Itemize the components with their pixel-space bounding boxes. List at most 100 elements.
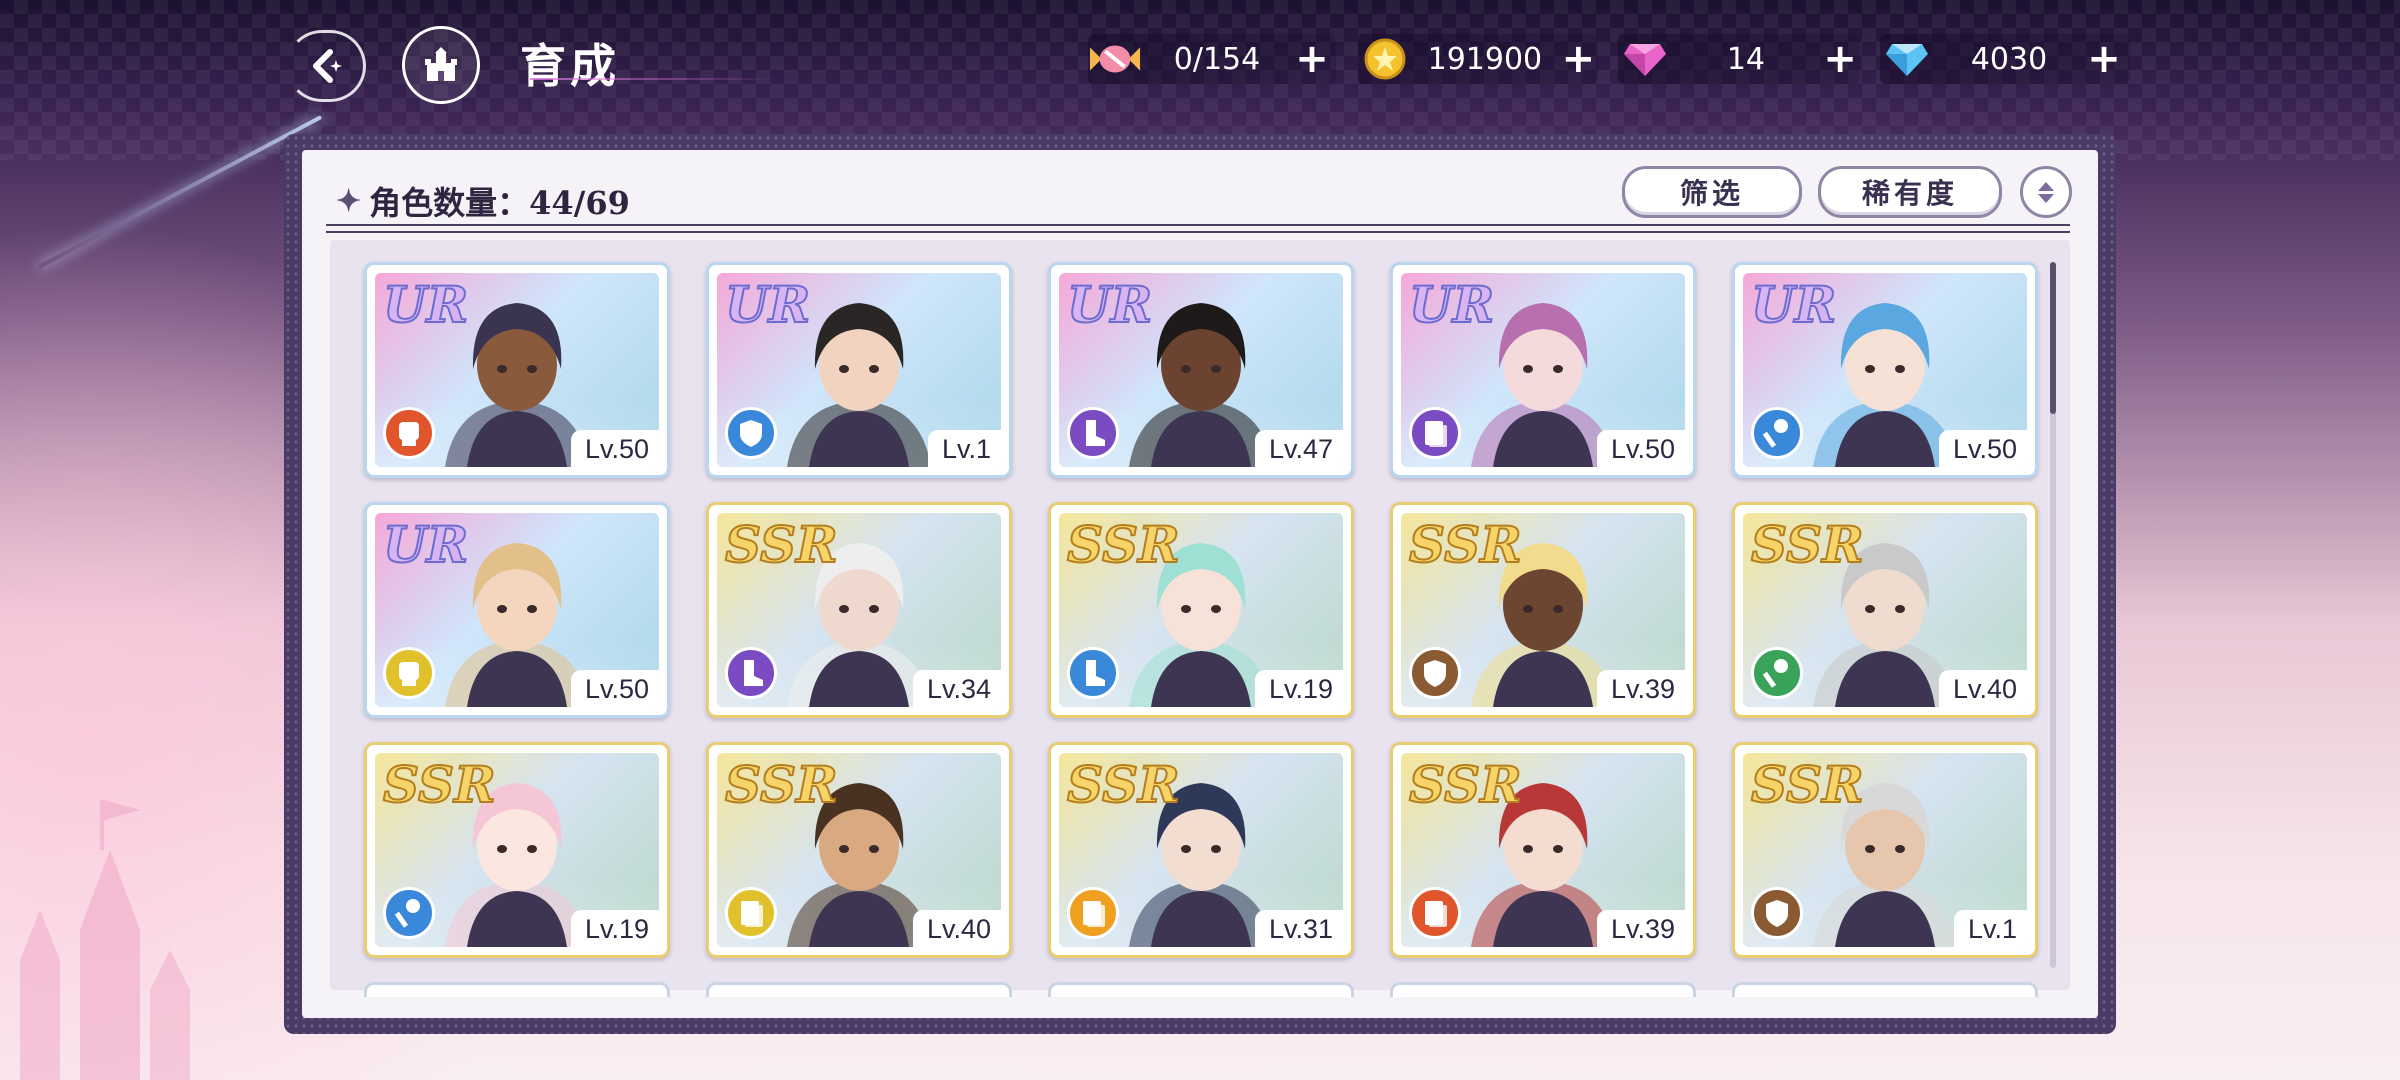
character-card[interactable]: SSR Lv.31 [1048,742,1354,958]
character-count: ✦ 角色数量：44/69 [336,178,630,224]
character-card[interactable]: UR Lv.50 [364,502,670,718]
character-card-partial[interactable] [706,982,1012,997]
rarity-badge: UR [724,274,811,335]
level-label: Lv.50 [570,670,659,707]
character-card[interactable]: UR Lv.50 [364,262,670,478]
rarity-badge: SSR [1408,514,1523,575]
title-flourish-decoration [530,78,780,80]
pink-gem-icon [1618,34,1672,84]
grid-scrollbar[interactable] [2050,262,2056,968]
rarity-badge: SSR [724,514,839,575]
shield-icon [1409,647,1461,699]
character-portrait: SSR Lv.31 [1059,753,1343,947]
rarity-badge: UR [1066,274,1153,335]
level-label: Lv.50 [1938,430,2027,467]
character-portrait: SSR Lv.39 [1401,513,1685,707]
level-label: Lv.31 [1254,910,1343,947]
gold-value: 191900 [1427,41,1543,77]
level-label: Lv.1 [1953,910,2027,947]
character-portrait: SSR Lv.39 [1401,753,1685,947]
character-card[interactable]: SSR Lv.39 [1390,742,1696,958]
gold-add-button[interactable]: + [1559,39,1598,79]
book-icon [725,887,777,939]
character-card-partial[interactable] [1732,982,2038,997]
castle-icon [425,47,457,81]
gold-counter: 191900 + [1358,34,1598,84]
sort-order-button[interactable] [2020,166,2072,218]
character-card[interactable]: UR Lv.47 [1048,262,1354,478]
back-button[interactable] [286,30,366,102]
fist-icon [383,407,435,459]
level-label: Lv.19 [570,910,659,947]
scrollbar-thumb[interactable] [2050,262,2056,414]
level-label: Lv.40 [912,910,1001,947]
character-card[interactable]: UR Lv.50 [1732,262,2038,478]
rarity-badge: SSR [1750,754,1865,815]
character-portrait: SSR Lv.19 [375,753,659,947]
pink-gem-add-button[interactable]: + [1820,39,1860,79]
level-label: Lv.39 [1596,670,1685,707]
rarity-sort-button[interactable]: 稀有度 [1818,166,2002,218]
book-icon [1067,887,1119,939]
level-label: Lv.34 [912,670,1001,707]
pink-gem-counter: 14 + [1618,34,1860,84]
gold-coin-icon [1358,34,1411,84]
sort-down-icon [2038,193,2054,203]
level-label: Lv.40 [1938,670,2027,707]
blue-diamond-counter: 4030 + [1880,34,2130,84]
blue-diamond-add-button[interactable]: + [2084,39,2124,79]
character-card[interactable]: UR Lv.1 [706,262,1012,478]
candy-icon [1088,34,1142,84]
top-bar: 育成 0/154 + 191900 + 14 + 4030 + [0,0,2400,120]
sort-up-icon [2038,181,2054,191]
character-card-partial[interactable] [364,982,670,997]
character-portrait: UR Lv.1 [717,273,1001,467]
character-card[interactable]: SSR Lv.40 [706,742,1012,958]
level-label: Lv.1 [927,430,1001,467]
book-icon [1409,407,1461,459]
staff-icon [1751,647,1803,699]
rarity-badge: UR [382,274,469,335]
character-card-partial[interactable] [1048,982,1354,997]
character-card[interactable]: SSR Lv.39 [1390,502,1696,718]
fist-icon [383,647,435,699]
character-portrait: UR Lv.47 [1059,273,1343,467]
sparkle-icon: ✦ [336,183,362,219]
character-portrait: SSR Lv.40 [1743,513,2027,707]
rarity-badge: SSR [1408,754,1523,815]
character-portrait: SSR Lv.19 [1059,513,1343,707]
character-card[interactable]: SSR Lv.40 [1732,502,2038,718]
shield-icon [725,407,777,459]
character-card[interactable]: SSR Lv.19 [1048,502,1354,718]
book-icon [1409,887,1461,939]
character-card[interactable]: UR Lv.50 [1390,262,1696,478]
rarity-badge: UR [382,514,469,575]
shield-icon [1751,887,1803,939]
back-arrow-icon [313,49,342,83]
level-label: Lv.39 [1596,910,1685,947]
rarity-badge: SSR [724,754,839,815]
character-card-partial[interactable] [1390,982,1696,997]
candy-add-button[interactable]: + [1292,39,1332,79]
candy-counter: 0/154 + [1088,34,1336,84]
boot-icon [1067,407,1119,459]
character-card[interactable]: SSR Lv.1 [1732,742,2038,958]
pink-gem-value: 14 [1726,41,1766,77]
character-portrait: SSR Lv.34 [717,513,1001,707]
rarity-badge: SSR [382,754,497,815]
castle-silhouette-decoration [20,800,190,1080]
character-count-label: 角色数量：44/69 [369,184,630,222]
home-button[interactable] [402,26,480,104]
boot-icon [1067,647,1119,699]
staff-icon [383,887,435,939]
blue-diamond-icon [1880,34,1934,84]
filter-button[interactable]: 筛选 [1622,166,1802,218]
level-label: Lv.47 [1254,430,1343,467]
level-label: Lv.19 [1254,670,1343,707]
character-card[interactable]: SSR Lv.34 [706,502,1012,718]
boot-icon [725,647,777,699]
rarity-badge: SSR [1066,514,1181,575]
level-label: Lv.50 [570,430,659,467]
character-card[interactable]: SSR Lv.19 [364,742,670,958]
staff-icon [1751,407,1803,459]
